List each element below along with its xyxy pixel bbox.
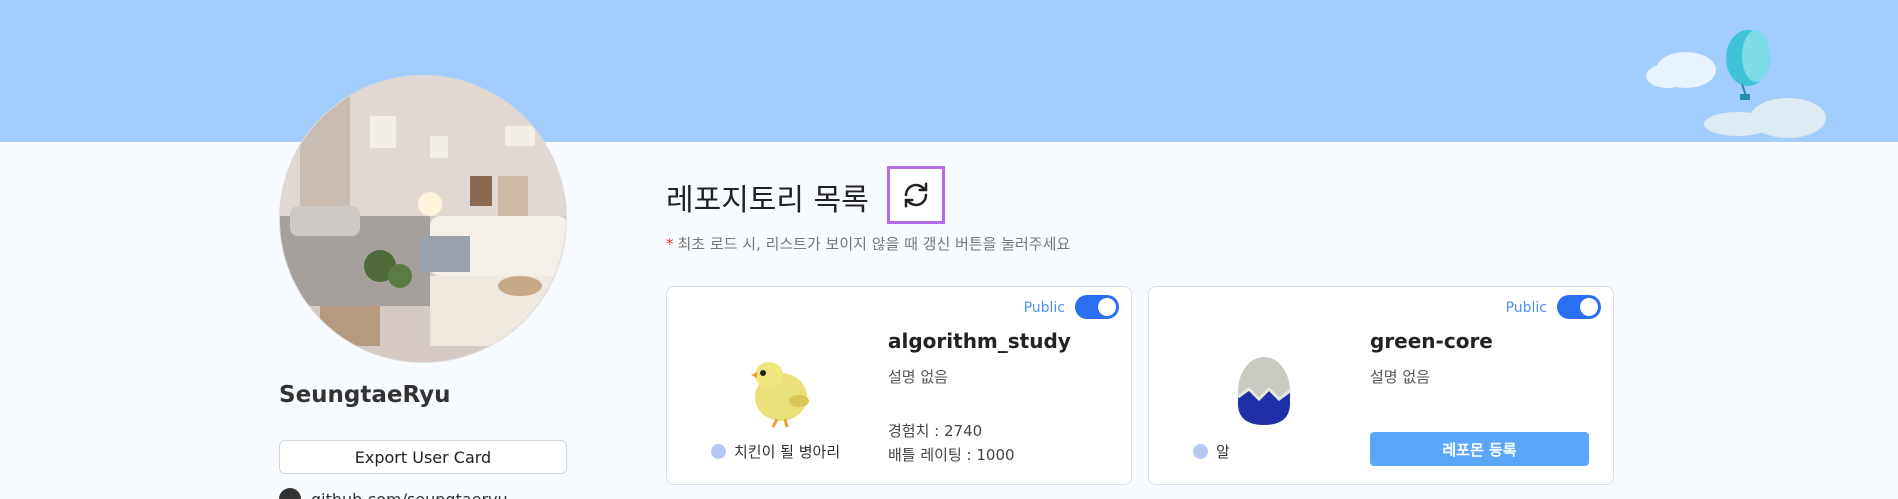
repo-description: 설명 없음 [888, 368, 948, 386]
stage-label: 치킨이 될 병아리 [734, 443, 841, 461]
repository-list-title: 레포지토리 목록 [666, 183, 869, 218]
bedroom-photo [280, 76, 566, 362]
repo-description: 설명 없음 [1370, 368, 1430, 386]
refresh-notice: * 최초 로드 시, 리스트가 보이지 않을 때 갱신 버튼을 눌러주세요 [666, 233, 1070, 254]
username: SeungtaeRyu [279, 382, 451, 408]
chick-icon [751, 362, 809, 428]
toggle-knob [1098, 298, 1116, 316]
repo-name: algorithm_study [888, 329, 1071, 353]
growth-stage: 알 [1193, 441, 1230, 462]
balloon-cloud-illustration [1646, 30, 1826, 138]
growth-stage: 치킨이 될 병아리 [711, 441, 840, 462]
visibility-label: Public [1023, 300, 1065, 316]
visibility-toggle[interactable] [1075, 295, 1119, 319]
required-star: * [666, 235, 674, 253]
battle-rating-stat: 배틀 레이팅 : 1000 [888, 446, 1015, 464]
export-user-card-button[interactable]: Export User Card [279, 440, 567, 474]
repo-card[interactable]: Public 알 green-core 설명 없음 레포몬 등록 [1148, 286, 1614, 485]
toggle-knob [1580, 298, 1598, 316]
repo-name: green-core [1370, 329, 1493, 353]
refresh-notice-text: 최초 로드 시, 리스트가 보이지 않을 때 갱신 버튼을 눌러주세요 [677, 235, 1071, 253]
register-repomon-button[interactable]: 레포몬 등록 [1370, 432, 1589, 466]
repo-card[interactable]: Public 치킨이 될 병아리 algorithm_study 설명 없음 경… [666, 286, 1132, 485]
stage-dot [1193, 444, 1208, 459]
stage-dot [711, 444, 726, 459]
experience-stat: 경험치 : 2740 [888, 422, 983, 440]
user-avatar [279, 75, 567, 363]
github-link[interactable]: github.com/seungtaeryu [279, 488, 508, 499]
github-link-text: github.com/seungtaeryu [311, 489, 508, 499]
profile-banner [0, 0, 1898, 142]
egg-icon [1237, 357, 1291, 425]
github-icon [279, 488, 301, 499]
visibility-label: Public [1505, 300, 1547, 316]
refresh-button[interactable] [887, 166, 945, 224]
stage-label: 알 [1216, 443, 1230, 461]
refresh-icon [904, 182, 928, 208]
visibility-toggle[interactable] [1557, 295, 1601, 319]
